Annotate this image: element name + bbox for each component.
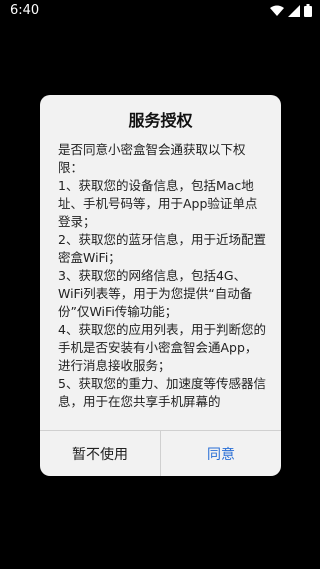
dialog-title: 服务授权 bbox=[128, 111, 193, 130]
wifi-icon bbox=[270, 5, 284, 16]
dialog-body[interactable]: 是否同意小密盒智会通获取以下权限： 1、获取您的设备信息，包括Mac地址、手机号… bbox=[58, 141, 268, 411]
permission-item-device: 1、获取您的设备信息，包括Mac地址、手机号码等，用于App验证单点登录； bbox=[58, 178, 258, 229]
agree-button[interactable]: 同意 bbox=[161, 431, 281, 476]
dialog-buttons: 暂不使用 同意 bbox=[40, 430, 281, 476]
authorization-dialog: 服务授权 是否同意小密盒智会通获取以下权限： 1、获取您的设备信息，包括Mac地… bbox=[40, 95, 281, 476]
decline-button[interactable]: 暂不使用 bbox=[40, 431, 161, 476]
permission-item-bluetooth: 2、获取您的蓝牙信息，用于近场配置密盒WiFi； bbox=[58, 232, 266, 265]
permission-item-network: 3、获取您的网络信息，包括4G、WiFi列表等，用于为您提供“自动备份”仅WiF… bbox=[58, 268, 253, 319]
permission-item-sensors: 5、获取您的重力、加速度等传感器信息，用于在您共享手机屏幕的 bbox=[58, 376, 266, 409]
signal-icon bbox=[288, 4, 300, 17]
status-bar: 6:40 bbox=[0, 0, 320, 24]
dialog-intro: 是否同意小密盒智会通获取以下权限： bbox=[58, 142, 246, 175]
status-icons bbox=[270, 4, 312, 17]
permission-item-applist: 4、获取您的应用列表，用于判断您的手机是否安装有小密盒智会通App，进行消息接收… bbox=[58, 322, 266, 373]
status-time: 6:40 bbox=[10, 3, 40, 18]
battery-icon bbox=[304, 4, 312, 17]
